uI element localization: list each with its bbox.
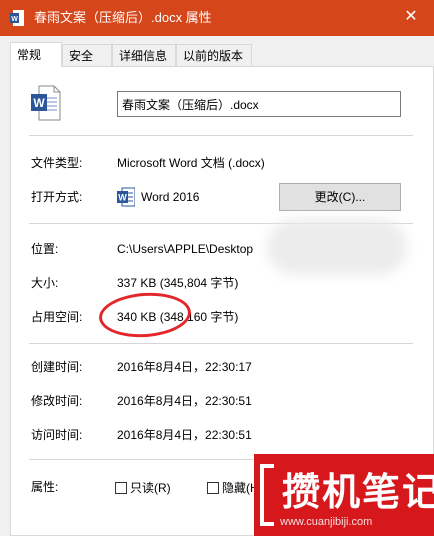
watermark-url: www.cuanjibiji.com bbox=[280, 516, 373, 528]
size-value: 337 KB (345,804 字节) bbox=[117, 276, 239, 290]
change-button[interactable]: 更改(C)... bbox=[279, 183, 401, 211]
watermark-logo: 攒机笔记 www.cuanjibiji.com bbox=[254, 454, 434, 536]
title-bar: W 春雨文案（压缩后）.docx 属性 ✕ bbox=[0, 0, 434, 36]
file-type-value: Microsoft Word 文档 (.docx) bbox=[117, 156, 265, 170]
word-document-icon: W bbox=[10, 10, 24, 26]
word-app-icon: W bbox=[117, 187, 135, 207]
tab-security[interactable]: 安全 bbox=[62, 44, 112, 66]
created-value: 2016年8月4日，22:30:17 bbox=[117, 360, 252, 374]
size-label: 大小: bbox=[31, 276, 59, 290]
location-label: 位置: bbox=[31, 242, 59, 256]
file-type-label: 文件类型: bbox=[31, 156, 83, 170]
modified-label: 修改时间: bbox=[31, 394, 83, 408]
svg-text:W: W bbox=[11, 16, 18, 23]
open-with-value: Word 2016 bbox=[141, 190, 200, 204]
accessed-label: 访问时间: bbox=[31, 428, 83, 442]
file-name-input[interactable] bbox=[117, 91, 401, 117]
separator bbox=[29, 343, 413, 344]
tab-previous-versions[interactable]: 以前的版本 bbox=[176, 44, 252, 66]
readonly-checkbox[interactable]: 只读(R) bbox=[115, 479, 171, 497]
blur-smudge bbox=[267, 219, 407, 275]
annotation-circle bbox=[97, 289, 193, 341]
open-with-label: 打开方式: bbox=[31, 190, 83, 204]
hidden-checkbox-box[interactable] bbox=[207, 481, 219, 494]
created-label: 创建时间: bbox=[31, 360, 83, 374]
tab-details[interactable]: 详细信息 bbox=[112, 44, 176, 66]
svg-text:W: W bbox=[33, 96, 45, 110]
svg-text:W: W bbox=[118, 193, 127, 203]
attributes-label: 属性: bbox=[31, 480, 59, 494]
tab-general[interactable]: 常规 bbox=[10, 42, 62, 67]
size-on-disk-label: 占用空间: bbox=[31, 310, 83, 324]
accessed-value: 2016年8月4日，22:30:51 bbox=[117, 428, 252, 442]
modified-value: 2016年8月4日，22:30:51 bbox=[117, 394, 252, 408]
close-icon[interactable]: ✕ bbox=[402, 8, 420, 26]
window-title: 春雨文案（压缩后）.docx 属性 bbox=[34, 10, 212, 25]
watermark-text: 攒机笔记 bbox=[282, 470, 434, 514]
readonly-label: 只读(R) bbox=[130, 481, 171, 495]
word-document-icon: W bbox=[31, 85, 61, 121]
location-value: C:\Users\APPLE\Desktop bbox=[117, 242, 254, 256]
tab-bar: 常规 安全 详细信息 以前的版本 bbox=[10, 42, 430, 67]
separator bbox=[29, 135, 413, 136]
readonly-checkbox-box[interactable] bbox=[115, 481, 127, 494]
logo-bracket bbox=[260, 464, 274, 526]
